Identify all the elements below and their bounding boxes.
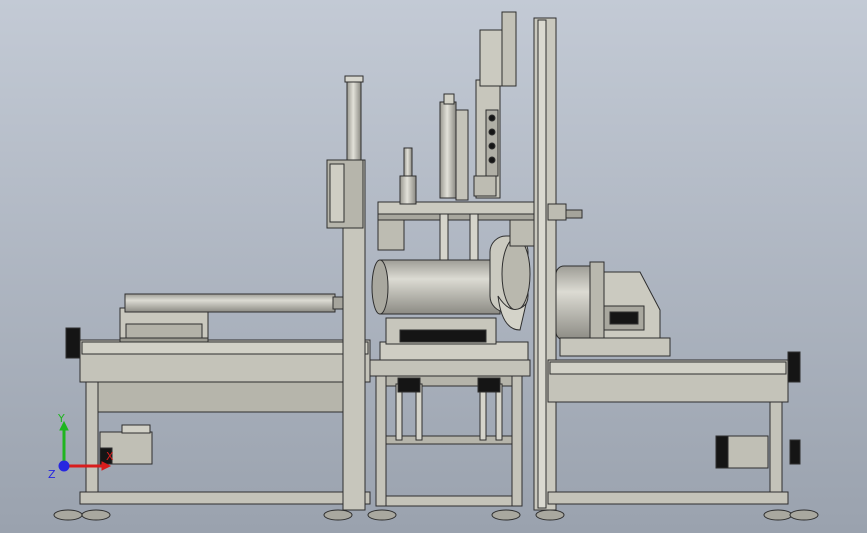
cad-viewport[interactable]: X Y Z — [0, 0, 867, 533]
right-handwheel — [787, 351, 801, 383]
y-axis-label: Y — [57, 412, 65, 425]
upper-cylinders — [399, 93, 469, 205]
left-vertical-column — [326, 75, 366, 511]
x-axis-label: X — [106, 450, 114, 463]
right-motor — [715, 435, 769, 469]
vertical-slide-assembly — [473, 11, 517, 199]
volute-housing — [489, 235, 531, 331]
right-gearbox — [555, 261, 671, 357]
center-stand — [369, 341, 531, 507]
left-handwheel — [65, 327, 81, 359]
x-axis-arrowhead — [101, 461, 112, 471]
right-table-frame — [547, 351, 801, 505]
tall-right-column — [533, 17, 583, 511]
machine-assembly-drawing — [53, 11, 819, 521]
main-drum — [371, 259, 501, 345]
z-axis-dot — [58, 460, 70, 472]
leveling-feet — [53, 509, 819, 521]
z-axis-label: Z — [48, 468, 56, 480]
coordinate-triad: X Y Z — [48, 412, 114, 480]
horizontal-cylinder — [124, 293, 348, 313]
